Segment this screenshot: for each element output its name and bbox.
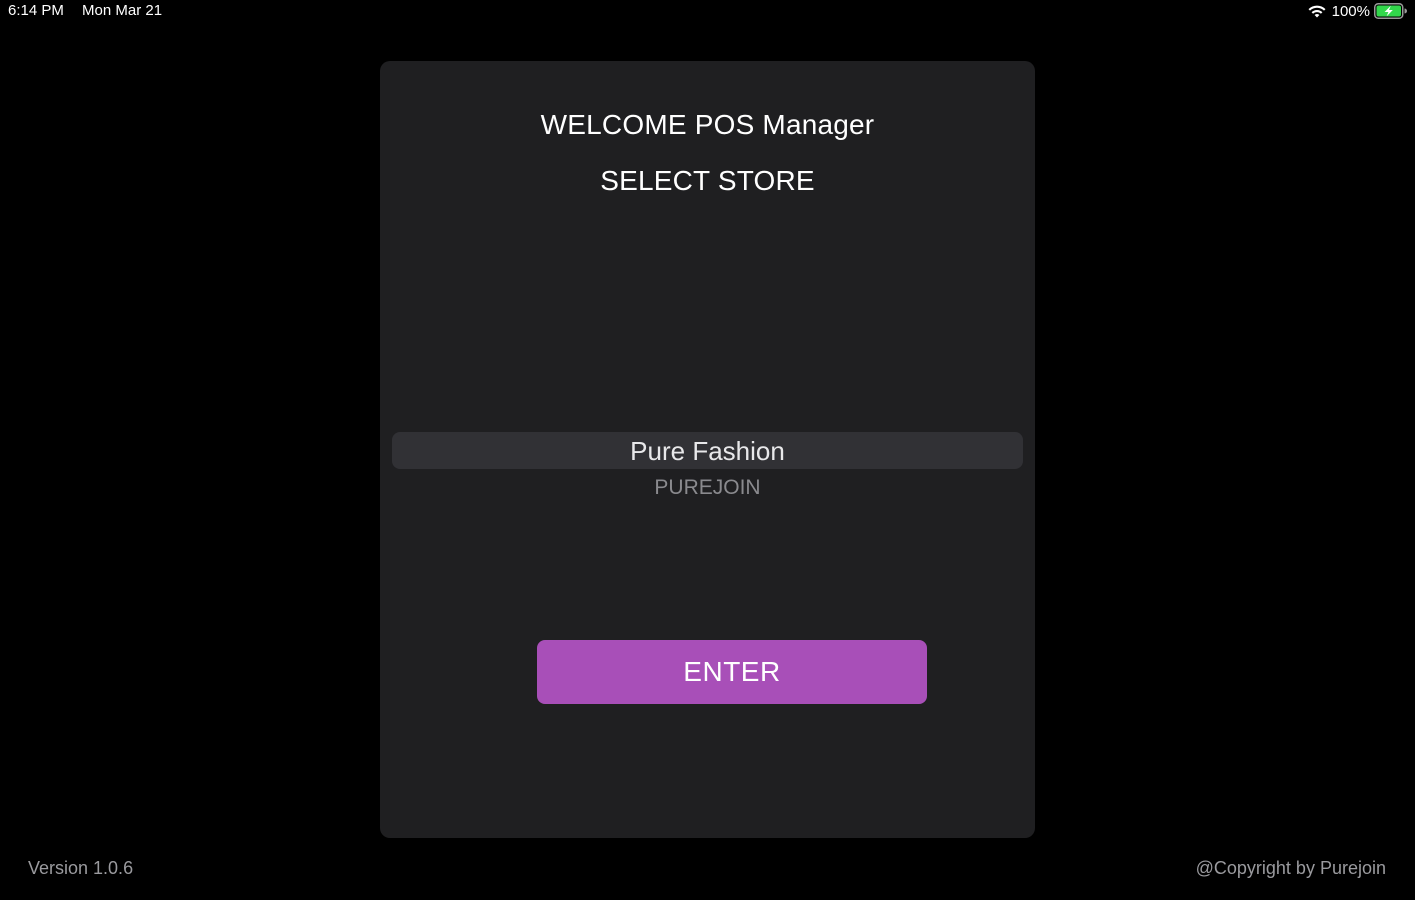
status-right: 100% (1307, 2, 1407, 20)
status-left: 6:14 PM Mon Mar 21 (8, 2, 162, 19)
status-date: Mon Mar 21 (82, 2, 163, 19)
wifi-icon (1308, 5, 1326, 18)
battery-charging-icon (1374, 3, 1407, 19)
status-time: 6:14 PM (8, 2, 64, 19)
store-picker[interactable]: Pure Fashion PUREJOIN (392, 432, 1023, 512)
battery-percent: 100% (1331, 2, 1370, 20)
copyright-label: @Copyright by Purejoin (1195, 858, 1386, 878)
login-screen: 6:14 PM Mon Mar 21 100% WELCOME POS Mana… (0, 0, 1415, 900)
store-select-card: WELCOME POS Manager SELECT STORE Pure Fa… (380, 61, 1035, 838)
picker-option-purejoin[interactable]: PUREJOIN (392, 475, 1023, 501)
picker-option-pure-fashion[interactable]: Pure Fashion (392, 436, 1023, 466)
welcome-title: WELCOME POS Manager (540, 109, 875, 140)
version-label: Version 1.0.6 (28, 858, 134, 878)
select-store-title: SELECT STORE (600, 165, 815, 196)
status-bar: 6:14 PM Mon Mar 21 100% (0, 0, 1415, 24)
enter-button[interactable]: ENTER (537, 640, 927, 704)
